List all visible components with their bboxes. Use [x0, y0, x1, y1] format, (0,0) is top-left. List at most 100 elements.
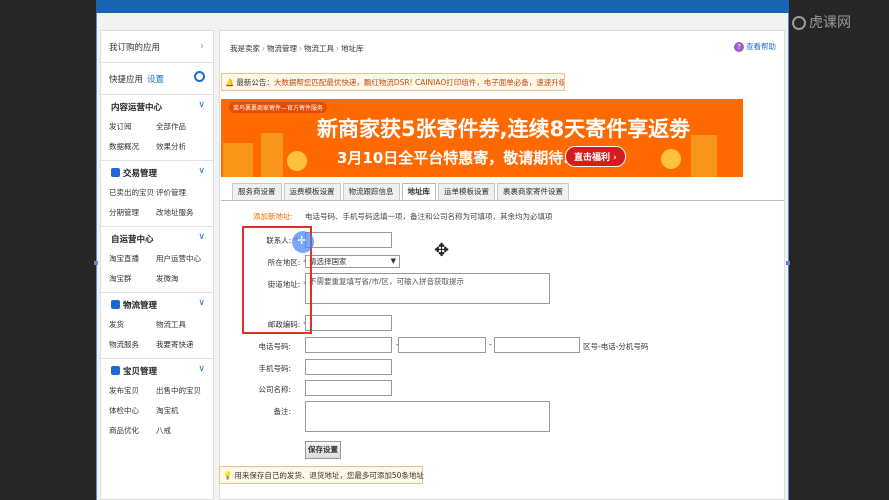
logistics-icon [111, 300, 120, 309]
notice-link[interactable]: 大数据帮您匹配最优快递，飘红物流DSR! CAINIAO打印组件，电子面单必备，… [274, 78, 564, 87]
banner-cta-button[interactable]: 直击福利 › [565, 146, 626, 167]
sidebar-item[interactable]: 数据概况 [109, 137, 156, 157]
sidebar-item[interactable]: 物流工具 [156, 315, 216, 335]
sidebar-item[interactable]: 淘宝群 [109, 269, 156, 289]
left-video-border [0, 0, 96, 500]
sidebar-item[interactable]: 我要寄快递 [156, 335, 216, 355]
sidebar-item[interactable]: 八戒 [156, 421, 216, 441]
add-address-title: 添加新地址: [253, 212, 294, 221]
sidebar-item[interactable]: 发货 [109, 315, 156, 335]
phone-area-code-input[interactable] [305, 337, 392, 353]
zip-input[interactable] [305, 315, 392, 331]
tab-guoguo-settings[interactable]: 裹裹商家寄件设置 [497, 183, 569, 200]
bulb-icon: 💡 [223, 471, 233, 480]
sidebar-section-header[interactable]: 交易管理 ∨ [101, 161, 213, 183]
sidebar-item[interactable]: 淘宝直播 [109, 249, 156, 269]
help-link[interactable]: ? 查看帮助 [734, 41, 776, 52]
breadcrumb-item[interactable]: 我是卖家 [230, 44, 260, 53]
tab-waybill-template[interactable]: 运单模板设置 [438, 183, 495, 200]
tab-address-book[interactable]: 地址库 [401, 183, 436, 201]
phone-extension-input[interactable] [494, 337, 580, 353]
chevron-down-icon: ▼ [390, 257, 396, 265]
sidebar-section-trade: 交易管理 ∨ 已卖出的宝贝 评价管理 分期管理 改地址服务 [101, 161, 213, 227]
banner-title: 新商家获5张寄件券,连续8天寄件享返劵 [317, 117, 691, 141]
selection-handle-left[interactable] [94, 261, 98, 265]
sidebar-item[interactable]: 用户运营中心 [156, 249, 216, 269]
sidebar-item[interactable]: 发微淘 [156, 269, 216, 289]
chevron-right-icon: › [200, 41, 204, 52]
tab-freight-template[interactable]: 运费模板设置 [283, 183, 341, 200]
tab-service-provider[interactable]: 服务商设置 [232, 183, 282, 200]
breadcrumb-item[interactable]: 物流工具 [304, 44, 334, 53]
sidebar-item[interactable]: 分期管理 [109, 203, 156, 223]
tab-bar: 服务商设置 运费模板设置 物流跟踪信息 地址库 运单模板设置 裹裹商家寄件设置 [232, 183, 571, 201]
sidebar-section-header[interactable]: 内容运营中心 ∨ [101, 95, 213, 117]
sidebar-section-content: 内容运营中心 ∨ 发订阅 全部作品 数据概况 效果分析 [101, 95, 213, 161]
selection-edge-left [96, 13, 97, 500]
help-icon: ? [734, 42, 744, 52]
phone-separator: - [489, 340, 492, 349]
sidebar-item[interactable]: 改地址服务 [156, 203, 216, 223]
add-address-description: 电话号码、手机号码选填一项，备注和公司名称为可填项，其余均为必填项 [305, 212, 553, 221]
cursor-highlight-icon [292, 231, 314, 253]
sidebar-item[interactable]: 发订阅 [109, 117, 156, 137]
trade-icon [111, 168, 120, 177]
gear-icon[interactable] [194, 71, 205, 82]
watermark-logo-icon [792, 16, 806, 30]
sidebar-item[interactable]: 物流服务 [109, 335, 156, 355]
chevron-down-icon: ∨ [198, 232, 205, 242]
my-apps-link[interactable]: 我订购的应用 › [101, 31, 213, 63]
chevron-down-icon: ∨ [198, 298, 205, 308]
sidebar-section-header[interactable]: 物流管理 ∨ [101, 293, 213, 315]
tab-tracking-info[interactable]: 物流跟踪信息 [342, 183, 400, 200]
sidebar-item[interactable]: 淘宝机 [156, 401, 216, 421]
right-video-border [789, 0, 889, 500]
phone-label: 电话号码: [258, 342, 291, 351]
company-input[interactable] [305, 380, 392, 396]
mobile-input[interactable] [305, 359, 392, 375]
sidebar-section-logistics: 物流管理 ∨ 发货 物流工具 物流服务 我要寄快递 [101, 293, 213, 359]
chevron-down-icon: ∨ [198, 166, 205, 176]
quick-apps-row: 快捷应用 设置 [101, 63, 213, 95]
remark-textarea[interactable] [305, 401, 550, 432]
tab-divider [221, 200, 784, 201]
selection-edge-right [788, 13, 789, 500]
street-textarea[interactable]: 不需要重复填写省/市/区，可输入拼音获取提示 [305, 273, 550, 304]
promo-banner[interactable]: 菜鸟裹裹商家寄件—官方寄件服务 新商家获5张寄件券,连续8天寄件享返劵 3月10… [221, 99, 743, 177]
save-settings-button[interactable]: 保存设置 [305, 441, 341, 459]
top-navigation-bar [96, 0, 789, 13]
sidebar-item[interactable]: 效果分析 [156, 137, 216, 157]
breadcrumb: 我是卖家 › 物流管理 › 物流工具 › 地址库 [230, 44, 364, 53]
sidebar-item[interactable]: 出售中的宝贝 [156, 381, 216, 401]
banner-flower-deco [661, 149, 681, 169]
banner-building-deco [261, 133, 283, 177]
sidebar-item[interactable]: 体检中心 [109, 401, 156, 421]
region-select[interactable]: 请选择国家 ▼ [305, 255, 400, 268]
notice-bar: 🔔 最新公告：大数据帮您匹配最优快递，飘红物流DSR! CAINIAO打印组件，电… [221, 73, 565, 91]
sidebar-item[interactable]: 商品优化 [109, 421, 156, 441]
sidebar: 我订购的应用 › 快捷应用 设置 内容运营中心 ∨ 发订阅 全部作品 数据概况 效果… [100, 30, 214, 500]
sidebar-item[interactable]: 评价管理 [156, 183, 216, 203]
sidebar-item[interactable]: 发布宝贝 [109, 381, 156, 401]
address-limit-tip: 💡 用来保存自己的发货、退货地址，您最多可添加50条地址 [219, 466, 424, 484]
breadcrumb-item[interactable]: 物流管理 [267, 44, 297, 53]
remark-label: 备注: [273, 407, 291, 416]
sidebar-item[interactable]: 已卖出的宝贝 [109, 183, 156, 203]
banner-building-deco [223, 143, 253, 177]
phone-number-input[interactable] [398, 337, 486, 353]
sidebar-item[interactable]: 全部作品 [156, 117, 216, 137]
phone-format-hint: 区号-电话-分机号码 [583, 342, 649, 351]
move-cursor-icon: ✥ [434, 240, 450, 261]
selection-handle-right[interactable] [786, 261, 790, 265]
banner-flower-deco [287, 151, 307, 171]
sidebar-section-goods: 宝贝管理 ∨ 发布宝贝 出售中的宝贝 体检中心 淘宝机 商品优化 八戒 [101, 359, 213, 444]
chevron-down-icon: ∨ [198, 100, 205, 110]
quick-apps-label: 快捷应用 [109, 75, 144, 85]
sidebar-section-header[interactable]: 自运营中心 ∨ [101, 227, 213, 249]
sidebar-section-header[interactable]: 宝贝管理 ∨ [101, 359, 213, 381]
contact-input[interactable] [305, 232, 392, 248]
quick-apps-settings-link[interactable]: 设置 [147, 75, 164, 85]
banner-building-deco [691, 135, 717, 177]
my-apps-label: 我订购的应用 [109, 43, 161, 53]
banner-subtitle: 3月10日全平台特惠寄，敬请期待... [337, 149, 581, 167]
